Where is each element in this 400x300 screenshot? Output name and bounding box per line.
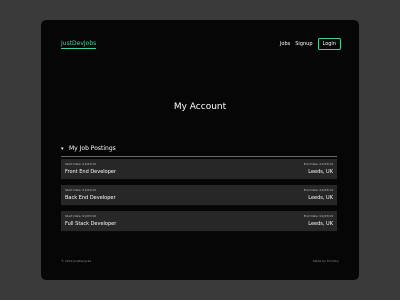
app-window: JustDevJobs Jobs Signup Login My Account… — [41, 20, 359, 280]
job-end-date: End Date: 01/03/19 — [303, 214, 333, 218]
job-title: Front End Developer — [65, 169, 117, 175]
job-start-date: Start Date: 01/03/19 — [65, 162, 96, 166]
job-posting-card[interactable]: Start Date: 01/03/19 End Date: 01/03/19 … — [61, 211, 337, 232]
job-postings-section: ▾ My Job Postings Start Date: 01/03/19 E… — [61, 144, 339, 237]
job-title: Full Stack Developer — [65, 221, 117, 227]
chevron-down-icon: ▾ — [61, 145, 64, 152]
section-divider — [61, 156, 337, 157]
job-posting-card[interactable]: Start Date: 01/03/19 End Date: 01/03/19 … — [61, 185, 337, 206]
footer-copyright: © 2019 JustDevJobs — [61, 259, 92, 263]
site-header: JustDevJobs Jobs Signup Login — [41, 20, 359, 66]
job-location: Leeds, UK — [308, 221, 333, 227]
nav-jobs-link[interactable]: Jobs — [280, 41, 290, 48]
main-nav: Jobs Signup Login — [280, 38, 341, 50]
job-end-date: End Date: 01/03/19 — [303, 188, 333, 192]
page-title: My Account — [173, 102, 227, 112]
job-location: Leeds, UK — [308, 169, 333, 175]
footer-credit: Made by Timothy — [313, 259, 339, 263]
job-location: Leeds, UK — [308, 195, 333, 201]
site-footer: © 2019 JustDevJobs Made by Timothy — [61, 259, 339, 264]
job-end-date: End Date: 01/03/19 — [303, 162, 333, 166]
login-button[interactable]: Login — [317, 38, 341, 50]
brand-logo-link[interactable]: JustDevJobs — [61, 40, 97, 49]
section-header-toggle[interactable]: ▾ My Job Postings — [61, 144, 339, 153]
section-title: My Job Postings — [69, 145, 116, 152]
job-start-date: Start Date: 01/03/19 — [65, 188, 96, 192]
job-title: Back End Developer — [65, 195, 116, 201]
nav-signup-link[interactable]: Signup — [295, 41, 312, 48]
job-posting-card[interactable]: Start Date: 01/03/19 End Date: 01/03/19 … — [61, 159, 337, 180]
job-start-date: Start Date: 01/03/19 — [65, 214, 96, 218]
